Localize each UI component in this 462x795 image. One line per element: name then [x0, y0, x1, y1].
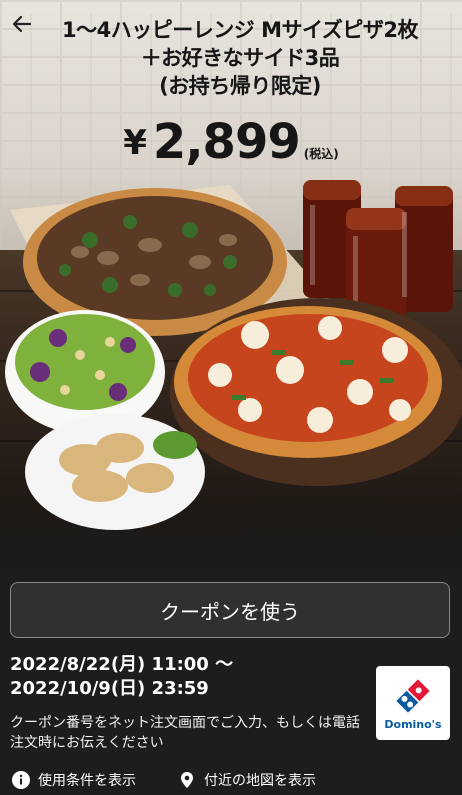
- show-terms-label: 使用条件を表示: [38, 772, 136, 789]
- headline-line-2: ＋お好きなサイド3品: [140, 46, 340, 70]
- date-end: 2022/10/9(日) 23:59: [10, 678, 209, 699]
- footer-links: 使用条件を表示 付近の地図を表示: [0, 764, 462, 795]
- headline-line-1: 1〜4ハッピーレンジ Mサイズピザ2枚: [62, 18, 418, 42]
- date-start: 2022/8/22(月) 11:00 〜: [10, 654, 234, 675]
- price-display: ¥2,899 (税込): [0, 114, 462, 170]
- map-pin-icon: [181, 771, 193, 788]
- show-map-label: 付近の地図を表示: [204, 772, 316, 789]
- use-coupon-button[interactable]: クーポンを使う: [10, 582, 450, 638]
- show-map-link[interactable]: 付近の地図を表示: [178, 770, 316, 790]
- show-terms-link[interactable]: 使用条件を表示: [12, 770, 136, 790]
- price-amount: 2,899: [152, 114, 301, 170]
- domino-tile-icon: [394, 676, 432, 715]
- coupon-instructions: クーポン番号をネット注文画面でご入力、もしくは電話注文時にお伝えください: [10, 715, 360, 751]
- dominos-logo: Domino's: [376, 666, 450, 740]
- hero-image: 1〜4ハッピーレンジ Mサイズピザ2枚 ＋お好きなサイド3品 (お持ち帰り限定)…: [0, 0, 462, 568]
- info-icon: [12, 770, 30, 789]
- offer-headline: 1〜4ハッピーレンジ Mサイズピザ2枚 ＋お好きなサイド3品 (お持ち帰り限定): [50, 16, 430, 100]
- validity-period: 2022/8/22(月) 11:00 〜 2022/10/9(日) 23:59: [10, 653, 370, 701]
- headline-line-3: (お持ち帰り限定): [159, 74, 321, 98]
- logo-wordmark: Domino's: [384, 717, 442, 731]
- currency-symbol: ¥: [123, 123, 147, 163]
- back-arrow-icon[interactable]: [10, 12, 34, 36]
- tax-note: (税込): [303, 147, 339, 161]
